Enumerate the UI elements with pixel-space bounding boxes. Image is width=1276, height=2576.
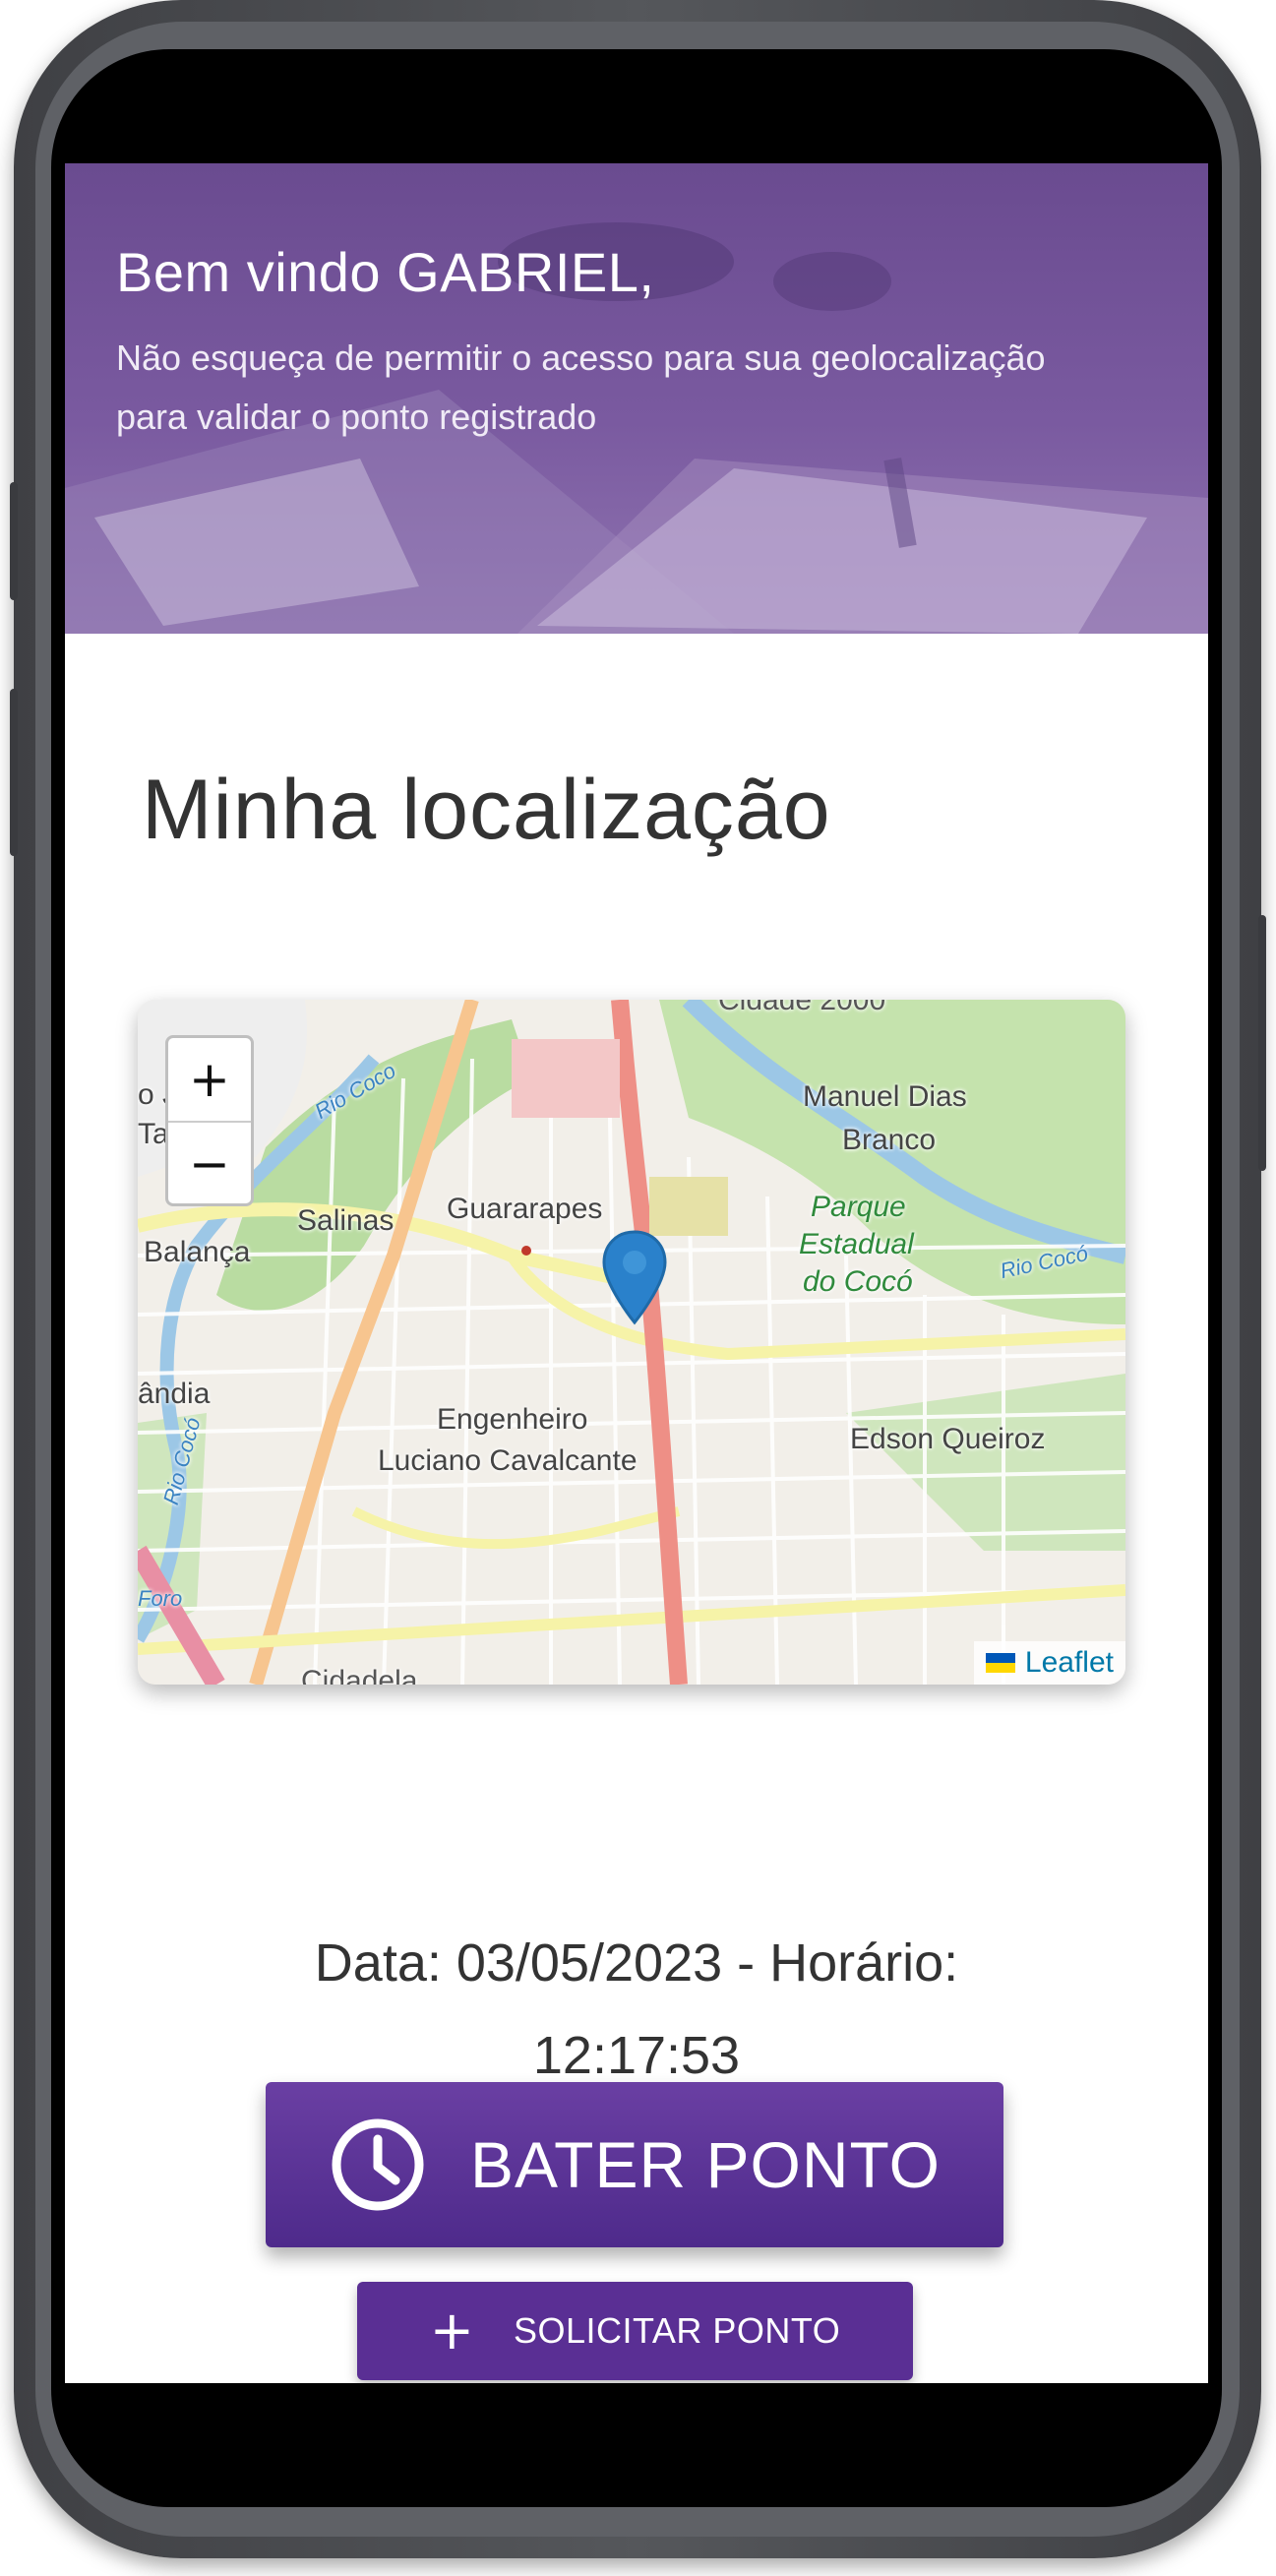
clock-icon bbox=[332, 2118, 424, 2211]
solicitar-ponto-label: SOLICITAR PONTO bbox=[514, 2310, 841, 2351]
map-label-guararapes: Guararapes bbox=[447, 1193, 603, 1225]
phone-side-button-right bbox=[1258, 915, 1266, 1171]
phone-bezel: Bem vindo GABRIEL, Não esqueça de permit… bbox=[51, 49, 1222, 2507]
location-map[interactable]: Cidade 2000 Manuel Dias Branco Salinas G… bbox=[138, 1000, 1125, 1685]
map-label-andia: ândia bbox=[138, 1378, 211, 1410]
map-zoom-control: + − bbox=[165, 1035, 254, 1206]
welcome-title: Bem vindo GABRIEL, bbox=[116, 241, 655, 303]
map-label-manuel-1: Manuel Dias bbox=[803, 1080, 967, 1113]
map-label-edson-queiroz: Edson Queiroz bbox=[850, 1423, 1046, 1455]
current-datetime: Data: 03/05/2023 - Horário: 12:17:53 bbox=[65, 1917, 1208, 2102]
map-label-balanca: Balança bbox=[144, 1236, 251, 1268]
map-label-salinas: Salinas bbox=[297, 1204, 395, 1237]
welcome-subtitle: Não esqueça de permitir o acesso para su… bbox=[116, 337, 1046, 437]
map-label-engenheiro-2: Luciano Cavalcante bbox=[378, 1444, 638, 1477]
app-screen: Bem vindo GABRIEL, Não esqueça de permit… bbox=[65, 163, 1208, 2383]
map-label-foro: Foro bbox=[138, 1586, 183, 1611]
page-title: Minha localização bbox=[142, 763, 831, 857]
map-label-manuel-2: Branco bbox=[842, 1124, 937, 1156]
bater-ponto-label: BATER PONTO bbox=[470, 2128, 941, 2201]
map-label-cidade: Cidade 2000 bbox=[718, 1000, 886, 1016]
zoom-out-button[interactable]: − bbox=[168, 1123, 251, 1205]
map-label-parque-3: do Cocó bbox=[803, 1265, 913, 1298]
ukraine-flag-icon bbox=[985, 1653, 1015, 1673]
map-label-cidadela: Cidadela bbox=[301, 1665, 418, 1685]
welcome-banner: Bem vindo GABRIEL, Não esqueça de permit… bbox=[65, 163, 1208, 634]
plus-icon: + bbox=[429, 2300, 474, 2361]
phone-side-button-left-2 bbox=[10, 689, 18, 856]
map-label-parque-2: Estadual bbox=[799, 1228, 914, 1260]
zoom-in-button[interactable]: + bbox=[168, 1038, 251, 1123]
datetime-line-1: Data: 03/05/2023 - Horário: bbox=[314, 1933, 959, 1993]
map-label-engenheiro-1: Engenheiro bbox=[437, 1403, 588, 1436]
map-attribution[interactable]: Leaflet bbox=[973, 1641, 1125, 1685]
phone-side-button-left-1 bbox=[10, 482, 18, 600]
attribution-link[interactable]: Leaflet bbox=[1025, 1646, 1114, 1680]
map-label-parque-1: Parque bbox=[811, 1191, 906, 1223]
map-tiles bbox=[138, 1000, 1125, 1685]
bater-ponto-button[interactable]: BATER PONTO bbox=[266, 2082, 1003, 2247]
solicitar-ponto-button[interactable]: + SOLICITAR PONTO bbox=[357, 2282, 913, 2380]
map-pin-icon[interactable] bbox=[600, 1228, 669, 1326]
